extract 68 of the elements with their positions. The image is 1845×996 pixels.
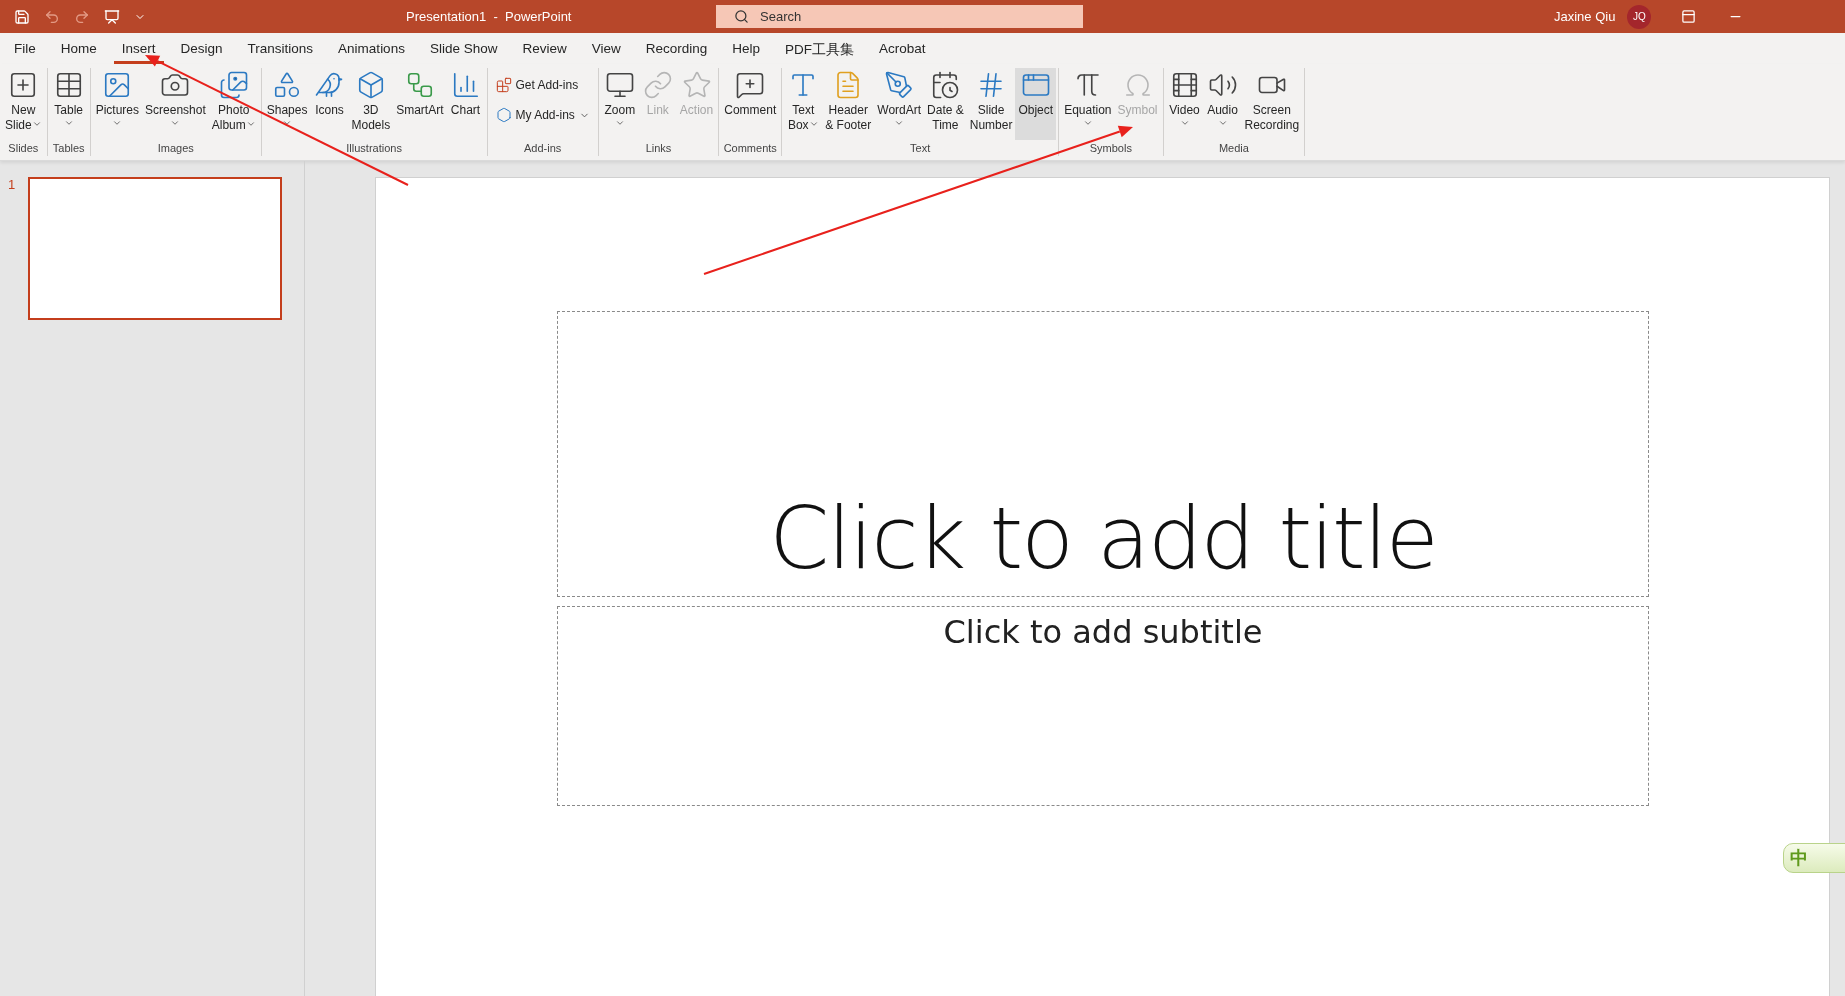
ribbon-button[interactable]: Shapes (263, 68, 311, 140)
ribbon-tab[interactable]: Acrobat (871, 33, 934, 64)
group-label: Images (156, 142, 195, 156)
group-label: Comments (722, 142, 778, 156)
images-icon (218, 70, 249, 100)
pen-icon (884, 70, 915, 100)
ribbon-button[interactable]: Pictures (92, 68, 143, 140)
monitor-icon (604, 70, 635, 100)
ribbon-button[interactable]: Screen Recording (1241, 68, 1303, 140)
ribbon-button[interactable]: Header & Footer (822, 68, 875, 140)
ribbon-button[interactable]: 3D Models (348, 68, 394, 140)
search-field[interactable]: Search (716, 5, 1083, 28)
ribbon-button[interactable]: Zoom (600, 68, 639, 140)
group-label: Text (909, 142, 932, 156)
ribbon-tab[interactable]: File (6, 33, 44, 64)
ribbon-button[interactable]: Audio (1203, 68, 1242, 140)
user-avatar[interactable]: JQ (1627, 4, 1652, 29)
ribbon-tab[interactable]: Design (172, 33, 231, 64)
presentation-icon[interactable] (104, 8, 120, 25)
ribbon-button[interactable]: Icons (310, 68, 349, 140)
group-label: Symbols (1088, 142, 1133, 156)
ribbon-tab[interactable]: Home (52, 33, 105, 64)
slide-thumbnail[interactable] (28, 177, 282, 320)
group-label: Slides (7, 142, 40, 156)
ribbon-button[interactable]: My Add-ins (489, 102, 596, 128)
group-label: Tables (51, 142, 86, 156)
title-placeholder[interactable]: Click to add title (557, 311, 1649, 597)
group-label: Media (1217, 142, 1250, 156)
search-icon (734, 9, 749, 24)
comment-icon (735, 70, 766, 100)
ribbon-tab[interactable]: Slide Show (421, 33, 506, 64)
ribbon-button[interactable]: Text Box (784, 68, 823, 140)
ribbon-button[interactable]: Video (1165, 68, 1204, 140)
subtitle-placeholder[interactable]: Click to add subtitle (557, 606, 1649, 806)
ribbon-tab[interactable]: View (583, 33, 629, 64)
ribbon-tab[interactable]: Help (724, 33, 769, 64)
ribbon-tab[interactable]: Animations (330, 33, 413, 64)
window-title: Presentation1 - PowerPoint (406, 9, 573, 24)
group-label: Links (644, 142, 673, 156)
ribbon-button[interactable]: Table (49, 68, 88, 140)
ribbon-tab[interactable]: PDF工具集 (777, 33, 863, 64)
group-label: Add-ins (523, 142, 563, 156)
ribbon-button[interactable]: Photo Album (208, 68, 259, 140)
ribbon-tab[interactable]: Recording (637, 33, 716, 64)
ribbon-button[interactable]: Screenshot (142, 68, 209, 140)
ribbon-button[interactable]: Slide Number (966, 68, 1016, 140)
slide-number: 1 (8, 177, 17, 192)
ribbon-button[interactable]: New Slide (2, 68, 45, 140)
ribbon-button[interactable]: Object (1015, 68, 1057, 140)
ribbon-tab[interactable]: Review (514, 33, 575, 64)
ribbon-button[interactable]: Date & Time (924, 68, 967, 140)
user-name: Jaxine Qiu (1554, 9, 1616, 24)
ribbon-button[interactable]: Get Add-ins (489, 72, 596, 98)
ribbon-tab[interactable]: Transitions (239, 33, 322, 64)
blocks-icon (495, 77, 512, 93)
calendar-clock-icon (930, 70, 961, 100)
group-label: Illustrations (345, 142, 403, 156)
ribbon-button[interactable]: WordArt (874, 68, 925, 140)
star-icon (681, 70, 712, 100)
hexagon-icon (495, 107, 512, 123)
ribbon-button[interactable]: Equation (1061, 68, 1115, 140)
save-icon[interactable] (14, 8, 30, 25)
ribbon-button[interactable]: SmartArt (393, 68, 447, 140)
link-icon (642, 70, 673, 100)
ribbon-display-icon[interactable] (1681, 9, 1697, 24)
ribbon-button[interactable]: Comment (721, 68, 780, 140)
bird-icon (314, 70, 345, 100)
ribbon-button[interactable]: Chart (446, 68, 485, 140)
